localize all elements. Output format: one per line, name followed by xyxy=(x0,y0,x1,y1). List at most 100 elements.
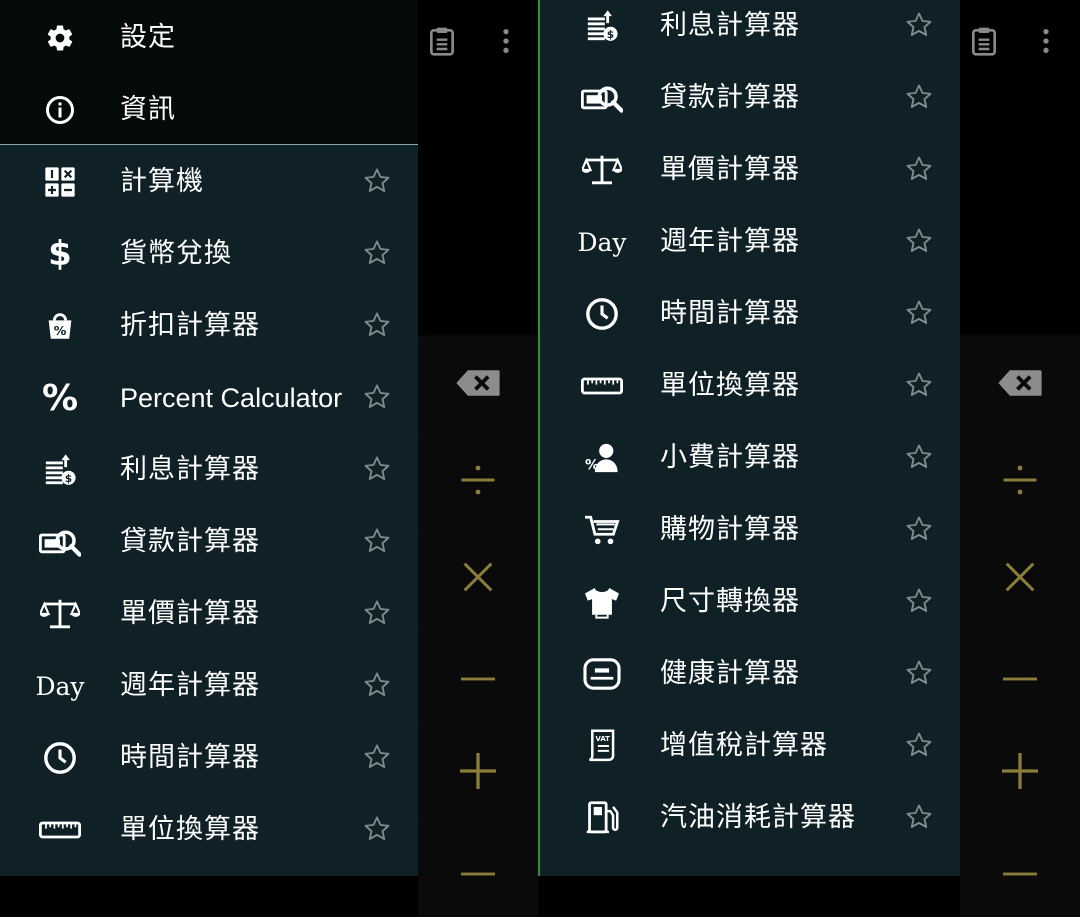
multiply-key[interactable] xyxy=(418,530,538,627)
more-vert-icon[interactable] xyxy=(1030,25,1064,59)
menu-item-label: 週年計算器 xyxy=(660,226,800,257)
menu-item-partial[interactable] xyxy=(540,854,960,876)
cart-icon xyxy=(580,510,624,550)
menu-item-info[interactable]: 資訊 xyxy=(0,74,418,146)
ruler-icon xyxy=(38,810,82,850)
favorite-star-icon[interactable] xyxy=(904,226,934,256)
day-text-icon: Day xyxy=(35,671,85,701)
plus-key[interactable] xyxy=(418,724,538,821)
divide-key[interactable] xyxy=(960,433,1080,530)
favorite-star-icon[interactable] xyxy=(362,166,392,196)
minus-icon xyxy=(1003,667,1037,686)
favorite-star-icon[interactable] xyxy=(904,370,934,400)
menu-item-shopping[interactable]: 購物計算器 xyxy=(540,494,960,566)
menu-item-interest[interactable]: $ 利息計算器 xyxy=(540,0,960,62)
scale-icon xyxy=(38,594,82,634)
minus-key[interactable] xyxy=(418,627,538,724)
plus-icon xyxy=(1002,753,1038,793)
clipboard-icon[interactable] xyxy=(968,25,1002,59)
favorite-star-icon[interactable] xyxy=(362,382,392,412)
favorite-star-icon[interactable] xyxy=(362,238,392,268)
favorite-star-icon[interactable] xyxy=(362,454,392,484)
minus-key[interactable] xyxy=(960,627,1080,724)
menu-item-anniversary[interactable]: Day 週年計算器 xyxy=(0,650,418,722)
partial-icon xyxy=(580,868,624,876)
calculator-background-right xyxy=(960,0,1080,917)
minus-icon xyxy=(461,862,495,881)
favorite-star-icon[interactable] xyxy=(362,814,392,844)
menu-item-vat[interactable]: VAT 增值稅計算器 xyxy=(540,710,960,782)
shirt-icon xyxy=(580,582,624,622)
divide-key[interactable] xyxy=(418,433,538,530)
clipboard-icon[interactable] xyxy=(426,25,460,59)
menu-item-interest[interactable]: $ 利息計算器 xyxy=(0,434,418,506)
menu-item-label: 時間計算器 xyxy=(120,742,260,773)
menu-item-time[interactable]: 時間計算器 xyxy=(0,722,418,794)
favorite-star-icon[interactable] xyxy=(904,82,934,112)
menu-item-size[interactable]: 尺寸轉換器 xyxy=(540,566,960,638)
menu-item-settings[interactable]: 設定 xyxy=(0,2,418,74)
minus-icon xyxy=(1003,862,1037,881)
multiply-icon xyxy=(1004,561,1036,597)
menu-item-percent[interactable]: % Percent Calculator xyxy=(0,362,418,434)
plus-key[interactable] xyxy=(960,724,1080,821)
menu-item-label: 單價計算器 xyxy=(120,598,260,629)
key-partial[interactable] xyxy=(960,821,1080,917)
favorite-star-icon[interactable] xyxy=(904,154,934,184)
favorite-star-icon[interactable] xyxy=(362,598,392,628)
menu-item-unit-price[interactable]: 單價計算器 xyxy=(0,578,418,650)
divide-icon xyxy=(1002,462,1038,502)
favorite-star-icon[interactable] xyxy=(362,310,392,340)
menu-item-time[interactable]: 時間計算器 xyxy=(540,278,960,350)
favorite-star-icon[interactable] xyxy=(362,670,392,700)
menu-item-tip[interactable]: % 小費計算器 xyxy=(540,422,960,494)
backspace-key[interactable] xyxy=(960,336,1080,433)
favorite-star-icon[interactable] xyxy=(904,586,934,616)
menu-item-calculator[interactable]: 計算機 xyxy=(0,146,418,218)
favorite-star-icon[interactable] xyxy=(904,298,934,328)
menu-item-loan[interactable]: 貸款計算器 xyxy=(540,62,960,134)
clock-icon xyxy=(38,738,82,778)
menu-item-label: 週年計算器 xyxy=(120,670,260,701)
menu-item-label: 利息計算器 xyxy=(660,10,800,41)
tip-icon: % xyxy=(580,438,624,478)
menu-item-health[interactable]: 健康計算器 xyxy=(540,638,960,710)
menu-item-anniversary[interactable]: Day 週年計算器 xyxy=(540,206,960,278)
menu-item-label: 健康計算器 xyxy=(660,658,800,689)
menu-item-label: 貸款計算器 xyxy=(660,82,800,113)
menu-item-label: 利息計算器 xyxy=(120,454,260,485)
favorite-star-icon[interactable] xyxy=(362,742,392,772)
percent-icon: % xyxy=(41,377,79,419)
favorite-star-icon[interactable] xyxy=(904,802,934,832)
favorite-star-icon[interactable] xyxy=(904,514,934,544)
menu-item-unit-converter[interactable]: 單位換算器 xyxy=(540,350,960,422)
multiply-key[interactable] xyxy=(960,530,1080,627)
interest-coins-icon: $ xyxy=(580,6,624,46)
menu-item-unit-converter[interactable]: 單位換算器 xyxy=(0,794,418,866)
svg-text:$: $ xyxy=(65,472,72,485)
menu-item-unit-price[interactable]: 單價計算器 xyxy=(540,134,960,206)
key-partial[interactable] xyxy=(418,821,538,917)
menu-item-label: 單價計算器 xyxy=(660,154,800,185)
favorite-star-icon[interactable] xyxy=(904,10,934,40)
ruler-icon xyxy=(580,366,624,406)
menu-item-label: Percent Calculator xyxy=(120,383,343,413)
gear-icon xyxy=(38,18,82,58)
favorite-star-icon[interactable] xyxy=(362,526,392,556)
favorite-star-icon[interactable] xyxy=(904,658,934,688)
menu-item-label: 設定 xyxy=(120,22,176,53)
favorite-star-icon[interactable] xyxy=(904,442,934,472)
svg-text:$: $ xyxy=(607,28,614,41)
loan-icon xyxy=(580,78,624,118)
menu-item-loan[interactable]: 貸款計算器 xyxy=(0,506,418,578)
backspace-key[interactable] xyxy=(418,336,538,433)
backspace-icon xyxy=(455,369,501,401)
favorite-star-icon[interactable] xyxy=(904,730,934,760)
menu-item-fuel[interactable]: 汽油消耗計算器 xyxy=(540,782,960,854)
menu-item-label: 購物計算器 xyxy=(660,514,800,545)
menu-item-currency[interactable]: $ 貨幣兌換 xyxy=(0,218,418,290)
more-vert-icon[interactable] xyxy=(490,25,524,59)
menu-item-label: 貨幣兌換 xyxy=(120,238,232,269)
menu-item-discount[interactable]: % 折扣計算器 xyxy=(0,290,418,362)
bathroom-scale-icon xyxy=(580,654,624,694)
